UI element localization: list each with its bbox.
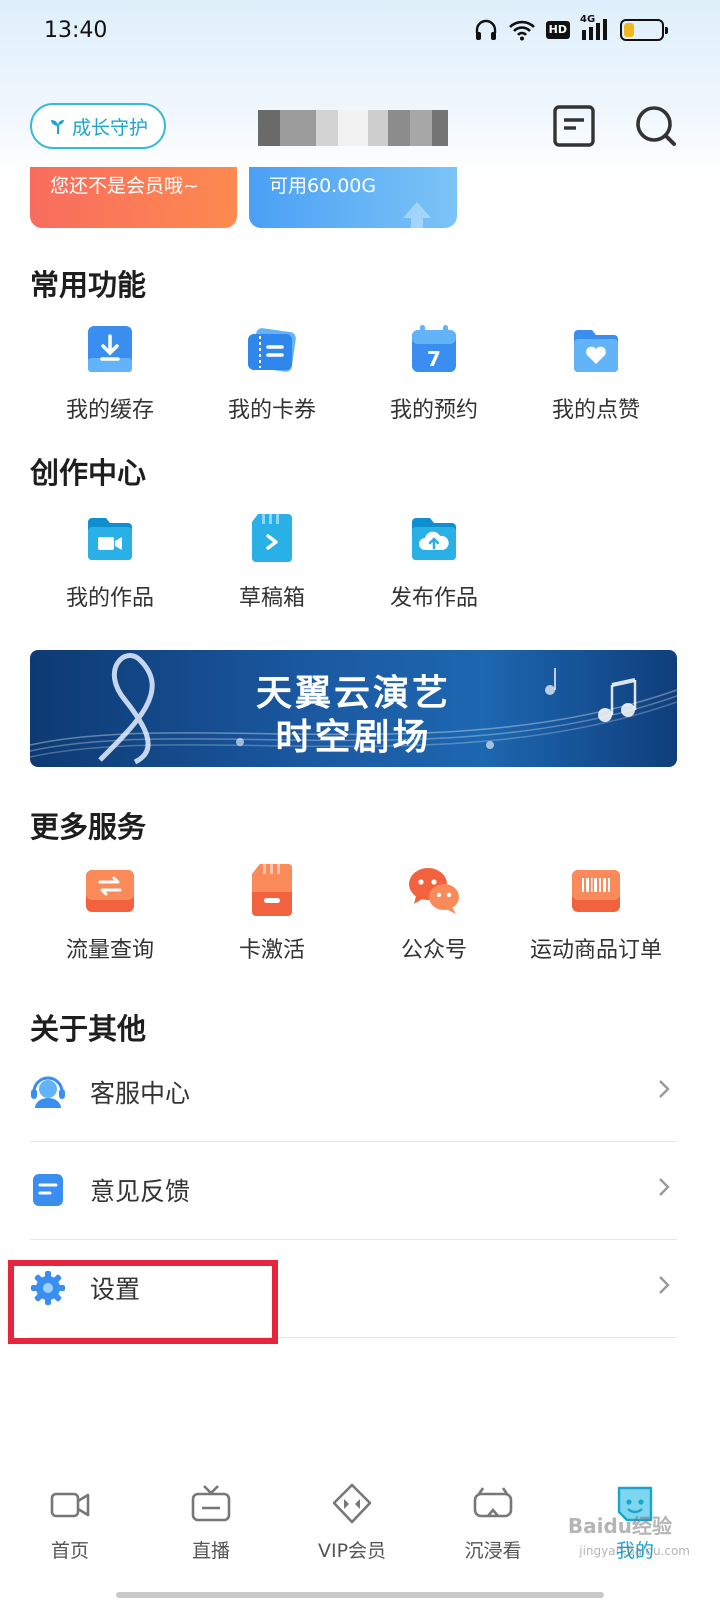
banner-title-line2: 时空剧场: [275, 716, 432, 758]
battery-icon: [620, 19, 668, 41]
grid-item-label: 草稿箱: [238, 586, 305, 611]
grid-item-label: 我的预约: [389, 398, 478, 423]
grid-item-label: 流量查询: [65, 938, 154, 963]
section-title-common: 常用功能: [30, 268, 147, 302]
nav-item-vip[interactable]: VIP会员: [292, 1482, 412, 1563]
grid-item-coupons[interactable]: 我的卡券: [192, 322, 352, 424]
vip-status-text: 您还不是会员哦~: [50, 175, 199, 197]
vip-status-card[interactable]: 您还不是会员哦~: [30, 167, 237, 228]
grid-item-cache[interactable]: 我的缓存: [30, 322, 190, 424]
growth-guard-label: 成长守护: [71, 116, 148, 139]
grid-item-label: 我的作品: [65, 586, 154, 611]
draft-icon: [252, 514, 292, 562]
video-folder-icon: [88, 518, 132, 560]
watermark-subtext: jingyan.baidu.com: [579, 1544, 690, 1558]
grid-item-label: 运动商品订单: [529, 938, 662, 963]
chevron-right-icon: [659, 1276, 670, 1294]
list-item-customer-service[interactable]: 客服中心: [30, 1044, 677, 1142]
nav-item-immersive[interactable]: 沉浸看: [433, 1482, 553, 1563]
heart-folder-icon: [574, 330, 618, 372]
nav-label: 首页: [50, 1540, 89, 1562]
watermark-text: Baidu经验: [567, 1514, 672, 1538]
nav-label: 直播: [191, 1540, 230, 1562]
headphones-icon: [475, 19, 496, 40]
battery-level: [624, 23, 634, 37]
chevron-right-icon: [659, 1080, 670, 1098]
data-balance-text: 可用60.00G: [269, 175, 377, 197]
chevron-right-icon: [659, 1178, 670, 1196]
signal-icon: 4G: [580, 14, 610, 42]
section-title-creation: 创作中心: [30, 456, 147, 490]
grid-item-publish[interactable]: 发布作品: [354, 510, 514, 612]
growth-guard-button[interactable]: 成长守护: [30, 103, 166, 149]
sprout-icon: [50, 120, 64, 134]
ticket-icon: [248, 328, 296, 372]
status-bar: 13:40 HD 4G: [0, 0, 720, 64]
settings-highlight-annotation: [8, 1260, 278, 1344]
search-icon[interactable]: [634, 104, 678, 148]
nav-item-live[interactable]: 直播: [151, 1482, 271, 1563]
list-item-label: 意见反馈: [90, 1177, 191, 1206]
grid-item-card-activation[interactable]: 卡激活: [192, 862, 352, 964]
nav-label: 沉浸看: [464, 1540, 522, 1562]
grid-item-label: 卡激活: [238, 938, 305, 963]
section-title-more-services: 更多服务: [30, 810, 147, 844]
grid-item-sports-orders[interactable]: 运动商品订单: [516, 862, 676, 964]
grid-item-my-works[interactable]: 我的作品: [30, 510, 190, 612]
barcode-icon: [572, 870, 620, 912]
list-item-feedback[interactable]: 意见反馈: [30, 1142, 677, 1240]
vr-icon: [473, 1487, 513, 1518]
calendar-icon: 7: [412, 325, 456, 372]
grid-item-reservations[interactable]: 7 我的预约: [354, 322, 514, 424]
grid-item-label: 公众号: [400, 938, 467, 963]
grid-item-drafts[interactable]: 草稿箱: [192, 510, 352, 612]
nav-item-home[interactable]: 首页: [10, 1482, 130, 1563]
svg-text:7: 7: [427, 347, 441, 371]
hd-badge: HD: [545, 21, 570, 39]
tv-icon: [191, 1485, 231, 1522]
section-title-about: 关于其他: [30, 1012, 147, 1046]
grid-item-likes[interactable]: 我的点赞: [516, 322, 676, 424]
upload-cloud-icon: [412, 518, 456, 560]
diamond-icon: [332, 1483, 372, 1524]
home-indicator: [116, 1592, 604, 1598]
arrow-up-icon: [403, 202, 431, 228]
grid-item-label: 我的点赞: [551, 398, 640, 423]
message-icon[interactable]: [552, 104, 596, 148]
grid-item-label: 发布作品: [389, 586, 478, 611]
grid-item-official-account[interactable]: 公众号: [354, 862, 514, 964]
nav-label: VIP会员: [317, 1540, 387, 1562]
data-balance-card[interactable]: 可用60.00G: [249, 167, 457, 228]
download-icon: [88, 326, 132, 372]
customer-service-icon: [31, 1076, 65, 1108]
grid-item-label: 我的卡券: [227, 398, 316, 423]
status-time: 13:40: [44, 18, 108, 43]
grid-item-label: 我的缓存: [65, 398, 154, 423]
wifi-icon: [508, 20, 535, 41]
user-name-blurred: [258, 110, 448, 146]
status-icons: HD 4G: [474, 14, 668, 42]
list-item-label: 客服中心: [90, 1079, 191, 1108]
sim-card-icon: [252, 864, 292, 916]
promo-banner[interactable]: 天翼云演艺 时空剧场: [30, 650, 677, 767]
camera-icon: [50, 1492, 90, 1518]
wechat-icon: [409, 868, 459, 914]
data-flow-icon: [86, 870, 134, 912]
grid-item-data-query[interactable]: 流量查询: [30, 862, 190, 964]
feedback-icon: [33, 1174, 63, 1206]
